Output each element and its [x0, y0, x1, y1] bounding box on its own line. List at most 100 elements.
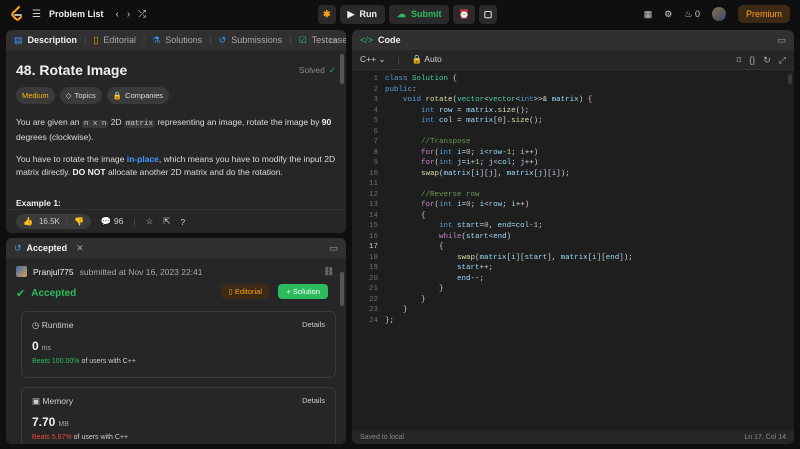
- tab-submissions[interactable]: Submissions: [231, 35, 282, 45]
- saved-status: Saved to local: [360, 433, 404, 441]
- chevron-left-icon[interactable]: ‹: [115, 9, 118, 20]
- memory-label: Memory: [42, 396, 74, 406]
- avatar[interactable]: [711, 7, 726, 21]
- chevron-right-icon[interactable]: ›: [127, 9, 130, 20]
- notes-button[interactable]: ▢: [478, 4, 498, 24]
- comments-button[interactable]: 💬 96: [101, 216, 123, 227]
- fullscreen-icon[interactable]: ⤢: [779, 55, 786, 66]
- code-footer: Saved to local Ln 17, Col 14: [352, 430, 794, 444]
- play-icon: ▶: [347, 8, 355, 19]
- in-place-link[interactable]: in-place: [127, 154, 159, 164]
- plus-icon: +: [286, 287, 291, 296]
- accepted-scrollbar[interactable]: [340, 272, 344, 306]
- book-icon: ▯: [93, 34, 99, 45]
- clock-icon: ◷: [32, 320, 40, 330]
- braces-icon[interactable]: {}: [749, 55, 755, 65]
- cursor-position: Ln 17, Col 14: [744, 433, 786, 441]
- run-label: Run: [359, 9, 377, 19]
- description-tab-icon: ▤: [14, 34, 23, 45]
- p1-text-a: You are given an: [16, 117, 82, 127]
- auto-mode[interactable]: 🔒 Auto: [412, 54, 442, 65]
- companies-tag[interactable]: 🔒 Companies: [106, 87, 170, 104]
- editorial-button[interactable]: ▯ Editorial: [220, 284, 270, 299]
- tab-code[interactable]: Code: [378, 35, 401, 45]
- runtime-beats: Beats 100.00%: [32, 358, 80, 365]
- description-body: 48. Rotate Image Solved ✓ Medium ◇ Topics…: [6, 50, 346, 218]
- shuffle-icon[interactable]: ⤮: [138, 9, 146, 20]
- tab-editorial[interactable]: Editorial: [103, 35, 136, 45]
- user-avatar[interactable]: [16, 266, 27, 277]
- accepted-label: Accepted: [31, 288, 77, 299]
- language-select[interactable]: C++ ⌄: [360, 54, 386, 65]
- debug-button[interactable]: ✱: [318, 4, 336, 24]
- accepted-panel: ↺ Accepted ✕ ▭ Pranjul775 submitted at N…: [6, 238, 346, 444]
- solved-label: Solved: [298, 65, 325, 75]
- reset-icon[interactable]: ↻: [763, 55, 771, 66]
- submit-button[interactable]: ☁ Submit: [388, 4, 450, 24]
- like-count: 16.5K: [38, 217, 60, 226]
- memory-header: ▣ Memory: [32, 396, 73, 407]
- memory-value: 7.70: [32, 415, 56, 429]
- topics-tag[interactable]: ◇ Topics: [59, 87, 102, 104]
- check-circle-icon: ✔: [16, 288, 26, 300]
- fire-icon: ♨: [684, 8, 693, 19]
- comment-icon: 💬: [100, 216, 112, 226]
- comment-count: 96: [113, 216, 124, 226]
- share-icon[interactable]: ⇱: [163, 216, 170, 227]
- accepted-status-row: ✔ Accepted ▯ Editorial + Solution: [6, 277, 346, 300]
- leetcode-logo-icon[interactable]: [10, 6, 24, 22]
- code-icon: </>: [360, 35, 374, 45]
- help-icon[interactable]: ?: [180, 217, 185, 227]
- bookmark-icon[interactable]: ⌑: [737, 55, 742, 66]
- link-icon[interactable]: ⛓: [323, 266, 334, 277]
- solved-status: Solved ✓: [299, 64, 336, 77]
- description-scrollbar[interactable]: [340, 54, 344, 84]
- history-icon: ↺: [14, 242, 22, 253]
- flask-icon: ⚗: [152, 34, 161, 45]
- auto-label: Auto: [424, 54, 442, 64]
- problem-list-link[interactable]: Problem List: [49, 9, 104, 19]
- solution-label: Solution: [292, 287, 320, 296]
- maximize-icon[interactable]: ▭: [329, 35, 338, 46]
- history-icon: ↺: [218, 34, 227, 45]
- solution-button[interactable]: + Solution: [278, 284, 328, 299]
- problem-title: 48. Rotate Image: [16, 62, 128, 78]
- memory-card[interactable]: ▣ Memory Details 7.70 MB Beats 5.67% of u…: [21, 387, 336, 444]
- memory-details-link[interactable]: Details: [302, 396, 325, 407]
- run-button[interactable]: ▶ Run: [339, 4, 385, 24]
- topics-label: Topics: [74, 91, 96, 100]
- username[interactable]: Pranjul775: [33, 267, 74, 277]
- p2-text-a: You have to rotate the image: [16, 154, 127, 164]
- thumbs-up-icon[interactable]: 👍: [23, 217, 33, 226]
- runtime-details-link[interactable]: Details: [302, 320, 325, 331]
- tab-solutions[interactable]: Solutions: [165, 35, 202, 45]
- layout-icon[interactable]: ▦: [644, 9, 653, 20]
- memory-unit: MB: [58, 421, 69, 428]
- submit-label: Submit: [410, 9, 442, 19]
- code-toolbar: C++ ⌄ | 🔒 Auto ⌑ {} ↻ ⤢: [352, 50, 794, 70]
- companies-label: Companies: [125, 91, 164, 100]
- tab-description[interactable]: Description: [28, 35, 78, 45]
- streak[interactable]: ♨ 0: [684, 9, 700, 20]
- star-icon[interactable]: ☆: [146, 216, 154, 227]
- timer-button[interactable]: ⏰: [453, 4, 475, 24]
- list-icon[interactable]: ☰: [32, 9, 41, 20]
- close-icon[interactable]: ✕: [76, 243, 84, 254]
- code-scrollbar[interactable]: [788, 74, 792, 84]
- book-icon: ▯: [228, 287, 233, 296]
- premium-button[interactable]: Premium: [737, 5, 790, 23]
- runtime-unit: ms: [41, 345, 52, 352]
- difficulty-tag[interactable]: Medium: [16, 87, 55, 104]
- tab-accepted[interactable]: Accepted: [27, 243, 68, 253]
- editorial-label: Editorial: [234, 287, 262, 296]
- p1-code-nxn: n x n: [81, 120, 109, 128]
- p2-bold: DO NOT: [72, 167, 106, 177]
- memory-beats-rest: of users with C++: [73, 434, 129, 441]
- code-tab-bar: </> Code ▭: [352, 30, 794, 50]
- runtime-label: Runtime: [41, 320, 74, 330]
- runtime-card[interactable]: ◷ Runtime Details 0 ms Beats 100.00% of u…: [21, 311, 336, 378]
- maximize-icon[interactable]: ▭: [777, 35, 786, 46]
- gear-icon[interactable]: ⚙: [664, 9, 672, 20]
- thumbs-down-icon[interactable]: 👎: [74, 217, 84, 226]
- maximize-icon[interactable]: ▭: [329, 243, 338, 254]
